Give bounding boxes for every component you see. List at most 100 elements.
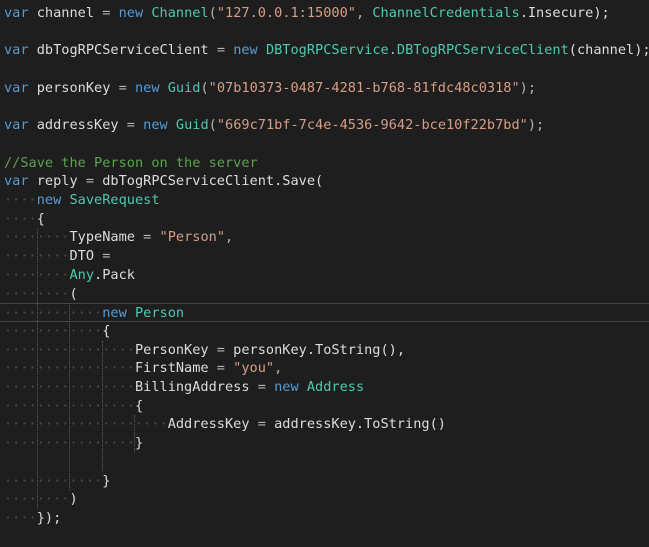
code-token: DBTogRPCService bbox=[265, 42, 389, 59]
indent-whitespace: ············ bbox=[4, 305, 103, 322]
code-token: = bbox=[85, 173, 95, 190]
code-token: ( bbox=[208, 5, 217, 21]
code-line[interactable]: ····}); bbox=[0, 509, 649, 528]
code-token: "you" bbox=[233, 360, 275, 377]
code-line[interactable]: ············new Person bbox=[0, 303, 649, 323]
code-token: . bbox=[388, 42, 397, 59]
code-token: ( bbox=[208, 117, 217, 134]
code-token: Address bbox=[306, 379, 365, 395]
code-token: = bbox=[118, 79, 127, 96]
code-token: "669c71bf-7c4e-4536-9642-bce10f22b7bd" bbox=[216, 117, 528, 134]
code-token: ( bbox=[69, 285, 78, 302]
code-line[interactable] bbox=[0, 60, 649, 79]
code-token: { bbox=[134, 397, 144, 414]
code-line[interactable]: ····new SaveRequest bbox=[0, 191, 649, 210]
code-token: , bbox=[274, 360, 283, 377]
code-token: new bbox=[233, 42, 258, 59]
code-line[interactable]: ····{ bbox=[0, 210, 649, 229]
code-line[interactable]: ········( bbox=[0, 285, 649, 304]
indent-whitespace: ············ bbox=[4, 322, 103, 339]
code-token: AddressKey bbox=[167, 416, 258, 433]
code-token: } bbox=[134, 435, 144, 452]
code-token: personKey.ToString(), bbox=[224, 341, 406, 358]
code-line[interactable]: //Save the Person on the server bbox=[0, 154, 649, 173]
code-token: personKey bbox=[28, 79, 119, 96]
code-token: ( bbox=[200, 79, 209, 96]
code-line[interactable]: ················{ bbox=[0, 397, 649, 416]
code-token: { bbox=[36, 210, 45, 227]
code-token: ); bbox=[527, 117, 545, 134]
code-line[interactable] bbox=[0, 453, 649, 472]
code-token: = bbox=[216, 341, 225, 358]
code-token: FirstName bbox=[134, 360, 217, 377]
code-token: ); bbox=[519, 79, 537, 96]
code-token: Channel bbox=[151, 5, 209, 21]
code-token: dbTogRPCServiceClient bbox=[28, 42, 217, 59]
code-token: var bbox=[4, 42, 29, 59]
code-token: var bbox=[4, 79, 29, 96]
code-line[interactable]: ················PersonKey = personKey.To… bbox=[0, 341, 649, 360]
code-token: dbTogRPCServiceClient.Save( bbox=[94, 173, 324, 190]
code-line[interactable] bbox=[0, 98, 649, 117]
code-token: new bbox=[143, 117, 168, 134]
code-token: TypeName bbox=[69, 229, 144, 246]
code-line[interactable]: var reply = dbTogRPCServiceClient.Save( bbox=[0, 172, 649, 191]
code-line[interactable] bbox=[0, 23, 649, 42]
code-token: PersonKey bbox=[134, 341, 217, 358]
code-line[interactable]: ········Any.Pack bbox=[0, 266, 649, 285]
code-line[interactable]: ········TypeName = "Person", bbox=[0, 228, 649, 247]
code-token: new bbox=[274, 379, 299, 395]
code-line[interactable]: ················FirstName = "you", bbox=[0, 359, 649, 378]
code-line[interactable]: ········DTO = bbox=[0, 247, 649, 266]
code-token: var bbox=[4, 117, 29, 134]
code-token: { bbox=[102, 322, 111, 339]
code-token: , bbox=[355, 5, 373, 21]
code-line[interactable] bbox=[0, 135, 649, 154]
code-line[interactable]: ············{ bbox=[0, 322, 649, 341]
code-line[interactable]: var channel = new Channel("127.0.0.1:150… bbox=[0, 4, 649, 23]
code-token: addressKey bbox=[28, 117, 127, 134]
code-line[interactable]: ········) bbox=[0, 490, 649, 509]
code-token: Person bbox=[134, 305, 185, 322]
code-line[interactable]: var dbTogRPCServiceClient = new DBTogRPC… bbox=[0, 41, 649, 60]
code-line[interactable]: var addressKey = new Guid("669c71bf-7c4e… bbox=[0, 116, 649, 135]
code-editor[interactable]: var channel = new Channel("127.0.0.1:150… bbox=[0, 0, 649, 547]
code-token: reply bbox=[28, 173, 86, 190]
code-line[interactable]: ················} bbox=[0, 434, 649, 453]
indent-whitespace: ···· bbox=[4, 192, 37, 208]
code-line[interactable]: ············} bbox=[0, 472, 649, 491]
code-line[interactable]: var personKey = new Guid("07b10373-0487-… bbox=[0, 79, 649, 98]
code-line[interactable]: ····················AddressKey = address… bbox=[0, 415, 649, 434]
code-token: = bbox=[257, 379, 266, 395]
code-token: BillingAddress bbox=[134, 379, 258, 395]
code-line[interactable]: ················BillingAddress = new Add… bbox=[0, 378, 649, 397]
code-token: (channel); bbox=[568, 42, 649, 59]
indent-whitespace: ···· bbox=[4, 509, 37, 526]
code-token: addressKey.ToString() bbox=[265, 416, 446, 433]
code-token: = bbox=[126, 117, 135, 134]
indent-guide bbox=[37, 228, 39, 509]
code-token: } bbox=[102, 472, 111, 489]
indent-guide bbox=[133, 415, 135, 453]
code-token: new bbox=[102, 305, 127, 322]
code-token: .Insecure); bbox=[519, 5, 610, 21]
code-token: = bbox=[257, 416, 266, 433]
code-token: "127.0.0.1:15000" bbox=[216, 5, 356, 21]
indent-whitespace: ···················· bbox=[4, 416, 168, 433]
code-token: channel bbox=[28, 5, 103, 21]
indent-guide bbox=[69, 303, 71, 491]
code-token: }); bbox=[36, 509, 62, 526]
code-token: new bbox=[134, 79, 160, 96]
